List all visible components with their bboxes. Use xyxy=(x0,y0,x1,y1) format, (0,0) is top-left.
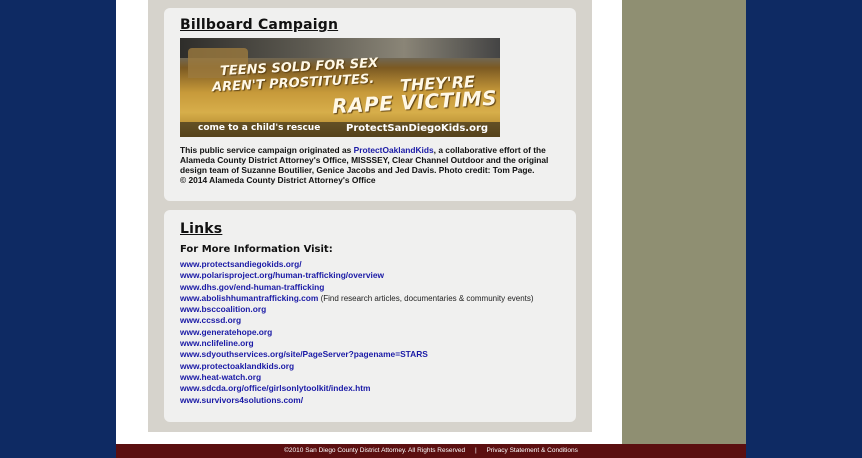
billboard-caption: This public service campaign originated … xyxy=(180,145,560,185)
list-item: www.protectsandiegokids.org/ xyxy=(180,259,534,270)
resource-link[interactable]: www.abolishhumantrafficking.com xyxy=(180,293,318,303)
list-item: www.protectoaklandkids.org xyxy=(180,361,534,372)
resource-link[interactable]: www.polarisproject.org/human-trafficking… xyxy=(180,270,384,280)
list-item: www.abolishhumantrafficking.com (Find re… xyxy=(180,293,534,304)
list-item: www.polarisproject.org/human-trafficking… xyxy=(180,270,534,281)
footer-separator: | xyxy=(474,447,477,454)
resource-link[interactable]: www.heat-watch.org xyxy=(180,372,261,382)
links-panel: Links For More Information Visit: www.pr… xyxy=(164,210,576,422)
billboard-strip: come to a child's rescue ProtectSanDiego… xyxy=(180,122,500,137)
resource-link[interactable]: www.protectoaklandkids.org xyxy=(180,361,294,371)
caption-prefix: This public service campaign originated … xyxy=(180,145,354,155)
billboard-strip-right: ProtectSanDiegoKids.org xyxy=(346,123,489,134)
protectoaklandkids-link[interactable]: ProtectOaklandKids xyxy=(354,145,434,155)
privacy-link[interactable]: Privacy Statement & Conditions xyxy=(486,447,577,454)
right-sidebar-band xyxy=(622,0,746,444)
resource-link[interactable]: www.bsccoalition.org xyxy=(180,304,266,314)
billboard-image: TEENS SOLD FOR SEX AREN'T PROSTITUTES. T… xyxy=(180,38,500,137)
resource-link[interactable]: www.sdyouthservices.org/site/PageServer?… xyxy=(180,349,428,359)
footer-copyright: ©2010 San Diego County District Attorney… xyxy=(284,447,466,454)
list-item: www.heat-watch.org xyxy=(180,372,534,383)
links-list: www.protectsandiegokids.org/ www.polaris… xyxy=(180,259,534,406)
links-subhead: For More Information Visit: xyxy=(180,244,333,255)
resource-link[interactable]: www.nclifeline.org xyxy=(180,338,254,348)
list-item: www.nclifeline.org xyxy=(180,338,534,349)
resource-link[interactable]: www.generatehope.org xyxy=(180,327,272,337)
resource-link[interactable]: www.ccssd.org xyxy=(180,315,241,325)
billboard-text-line4: RAPE VICTIMS xyxy=(331,85,498,119)
resource-link[interactable]: www.protectsandiegokids.org/ xyxy=(180,259,302,269)
billboard-title: Billboard Campaign xyxy=(180,17,339,33)
resource-link[interactable]: www.survivors4solutions.com/ xyxy=(180,395,303,405)
billboard-strip-left: come to a child's rescue xyxy=(198,123,321,133)
list-item: www.generatehope.org xyxy=(180,327,534,338)
list-item: www.dhs.gov/end-human-trafficking xyxy=(180,282,534,293)
footer-bar: ©2010 San Diego County District Attorney… xyxy=(116,444,746,458)
caption-copyright: © 2014 Alameda County District Attorney'… xyxy=(180,175,376,185)
list-item: www.ccssd.org xyxy=(180,315,534,326)
link-note: (Find research articles, documentaries &… xyxy=(318,293,534,303)
resource-link[interactable]: www.dhs.gov/end-human-trafficking xyxy=(180,282,324,292)
list-item: www.sdcda.org/office/girlsonlytoolkit/in… xyxy=(180,383,534,394)
links-title: Links xyxy=(180,221,223,237)
list-item: www.bsccoalition.org xyxy=(180,304,534,315)
billboard-panel: Billboard Campaign TEENS SOLD FOR SEX AR… xyxy=(164,8,576,201)
list-item: www.sdyouthservices.org/site/PageServer?… xyxy=(180,349,534,360)
list-item: www.survivors4solutions.com/ xyxy=(180,395,534,406)
resource-link[interactable]: www.sdcda.org/office/girlsonlytoolkit/in… xyxy=(180,383,370,393)
